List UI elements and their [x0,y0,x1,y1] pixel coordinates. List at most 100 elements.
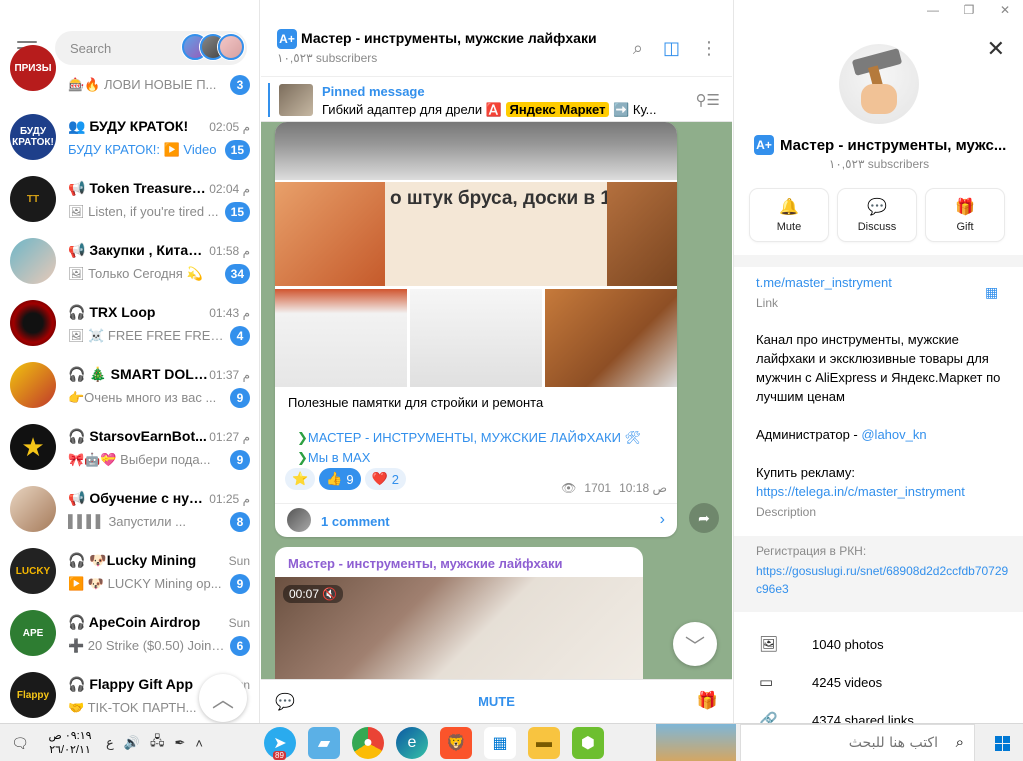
admin-mention[interactable]: @lahov_kn [861,427,926,442]
avatar: LUCKY [10,548,56,594]
taskbar-search[interactable]: ⌕ [740,724,975,761]
channel-ai-icon: A+ [754,135,774,155]
message-meta: 👁 1701 10:18 ص [561,481,667,495]
chat-title: 🎧 🐶Lucky Mining [68,552,197,568]
mute-action-button[interactable]: 🔔 Mute [750,189,828,241]
gift-icon: 🎁 [955,199,975,216]
restore-button[interactable]: ❐ [951,0,987,20]
story-avatar[interactable] [218,34,244,60]
channel-description: Канал про инструменты, мужские лайфхаки … [756,330,1011,522]
stories-strip[interactable] [182,34,244,60]
windows-start-button[interactable] [981,724,1023,761]
discuss-action-button[interactable]: 💬 Discuss [838,189,916,241]
notepad-app-icon[interactable]: ▰ [308,727,340,759]
chat-title: 🎧 StarsovEarnBot... [68,428,207,444]
pen-icon[interactable]: ✒ [174,735,185,751]
chat-preview: 🖼 Только Сегодня 💫 [68,266,203,281]
chat-title: 👥 БУДУ КРАТОК! [68,118,189,134]
message-time: 10:18 ص [619,481,667,495]
channel-info-panel: ✕ A+ Мастер - инструменты, мужс... ١٠,٥٢… [733,0,1023,723]
more-options-icon[interactable]: ⋮ [700,38,718,59]
view-count: 1701 [584,481,612,495]
network-icon[interactable]: 🖧 [150,732,165,754]
message-image[interactable] [410,289,542,387]
ads-link[interactable]: https://telega.in/c/master_instryment [756,482,1011,501]
channel-subscribers: ١٠,٥٢٣ subscribers [828,157,930,171]
pinned-message-bar[interactable]: Pinned message Гибкий адаптер для дрели … [261,76,732,122]
brave-app-icon[interactable]: 🦁 [440,727,472,759]
unread-badge: 8 [230,512,250,532]
media-links-row[interactable]: 🔗 4374 shared links [734,701,1023,723]
scroll-up-button[interactable]: ︿ [199,674,247,722]
message-image[interactable] [275,289,407,387]
unread-badge: 15 [224,202,250,222]
taskbar-search-input[interactable] [758,725,938,761]
mute-button[interactable]: MUTE [261,694,732,709]
gift-icon[interactable]: 🎁 [697,691,718,711]
search-icon[interactable]: ⌕ [633,38,643,59]
close-icon[interactable]: ✕ [987,36,1005,62]
file-explorer-icon[interactable]: ▬ [528,727,560,759]
message-image[interactable] [545,289,677,387]
chat-item[interactable]: 📢 Обучение с нул... 01:25 م ▌▌▌▌ Запусти… [0,479,259,541]
search-box[interactable] [55,31,247,65]
chat-title: 🎧 ApeCoin Airdrop [68,614,201,630]
media-photos-row[interactable]: 🖼 1040 photos [734,625,1023,663]
gift-action-button[interactable]: 🎁 Gift [926,189,1004,241]
message-image[interactable]: о штук бруса, доски в 1 кубе? [275,182,677,286]
rkn-link[interactable]: https://gosuslugi.ru/snet/68908d2d2ccfdb… [756,562,1011,598]
channel-link[interactable]: ❯МАСТЕР - ИНСТРУМЕНТЫ, МУЖСКИЕ ЛАЙФХАКИ … [297,428,641,448]
reaction-star[interactable]: ⭐ [285,468,316,490]
mute-label: Mute [776,221,802,233]
comments-count: 1 comment [321,514,390,529]
reaction-heart[interactable]: ❤️ 2 [364,468,407,490]
windows-taskbar: 🗨 ٠٩:١٩ ص ٢٦/٠٢/١١ ع 🔊 🖧 ✒ ˄ ➤ 89 ▰ ● e 🦁… [0,723,1023,761]
media-videos-row[interactable]: ▭ 4245 videos [734,663,1023,701]
language-indicator[interactable]: ع [106,735,114,751]
chat-item[interactable]: 🎧 TRX Loop 01:43 م 🖼 ☠️ FREE FREE FREE .… [0,293,259,355]
chat-item[interactable]: ПРИЗЫ 🎰🔥 ЛОВИ НОВЫЕ П... 3 [0,45,259,107]
window-controls: — ❐ ✕ [915,0,1023,20]
chat-preview: ▶️ 🐶 LUCKY Mining op... [68,576,222,591]
chrome-app-icon[interactable]: ● [352,727,384,759]
game-app-icon[interactable]: ⬢ [572,727,604,759]
scroll-down-button[interactable]: ﹀ [673,622,717,666]
volume-icon[interactable]: 🔊 [124,735,140,751]
chat-preview: 🎀🤖💝 Выбери пода... [68,452,211,467]
comments-button[interactable]: 1 comment › [275,503,677,537]
system-tray: ع 🔊 🖧 ✒ ˄ [100,732,203,754]
video-duration: 00:07 🔇 [283,585,344,603]
clock[interactable]: ٠٩:١٩ ص ٢٦/٠٢/١١ [40,729,100,757]
search-icon: ⌕ [955,734,964,751]
minimize-button[interactable]: — [915,0,951,20]
pinned-list-icon[interactable]: ⚲☰ [696,91,720,109]
channel-link[interactable]: t.me/master_instryment [756,275,892,290]
chat-item[interactable]: TT 📢 Token Treasures ... 02:04 م 🖼 Liste… [0,169,259,231]
chat-item[interactable]: 🎧 🎄 SMART DOLL... 01:37 م 👉Очень много и… [0,355,259,417]
chat-item[interactable]: 📢 Закупки , Китай... 01:58 م 🖼 Только Се… [0,231,259,293]
edge-app-icon[interactable]: e [396,727,428,759]
share-icon[interactable]: ➦ [689,503,719,533]
chat-item[interactable]: LUCKY 🎧 🐶Lucky Mining Sun ▶️ 🐶 LUCKY Min… [0,541,259,603]
telegram-app-icon[interactable]: ➤ 89 [264,727,296,760]
sidebar-toggle-icon[interactable]: ◫ [663,38,680,59]
weather-widget[interactable] [656,724,736,761]
close-window-button[interactable]: ✕ [987,0,1023,20]
chevron-up-icon[interactable]: ˄ [195,736,203,751]
chat-item[interactable]: APE 🎧 ApeCoin Airdrop Sun ➕ 20 Strike ($… [0,603,259,665]
message-video[interactable]: 00:07 🔇 [275,577,643,687]
store-app-icon[interactable]: ▦ [484,727,516,759]
chat-header[interactable]: A+ Мастер - инструменты, мужские лайфхак… [261,0,732,76]
notification-icon[interactable]: 🗨 [0,735,40,752]
chat-item[interactable]: БУДУ КРАТОК! 👥 БУДУ КРАТОК! 02:05 م БУДУ… [0,107,259,169]
channel-title: Мастер - инструменты, мужс... [780,136,1007,154]
channel-name: A+ Мастер - инструменты, мужс... [754,135,1009,155]
avatar [10,300,56,346]
search-input[interactable] [55,31,175,65]
reaction-thumbs-up[interactable]: 👍 9 [319,468,361,490]
message-image[interactable] [275,122,677,180]
max-link[interactable]: ❯Мы в MAX [297,448,641,468]
channel-avatar[interactable] [839,44,919,124]
qr-code-icon[interactable]: ▦ [985,284,1001,300]
chat-item[interactable]: ★ 🎧 StarsovEarnBot... 01:27 م 🎀🤖💝 Выбери… [0,417,259,479]
